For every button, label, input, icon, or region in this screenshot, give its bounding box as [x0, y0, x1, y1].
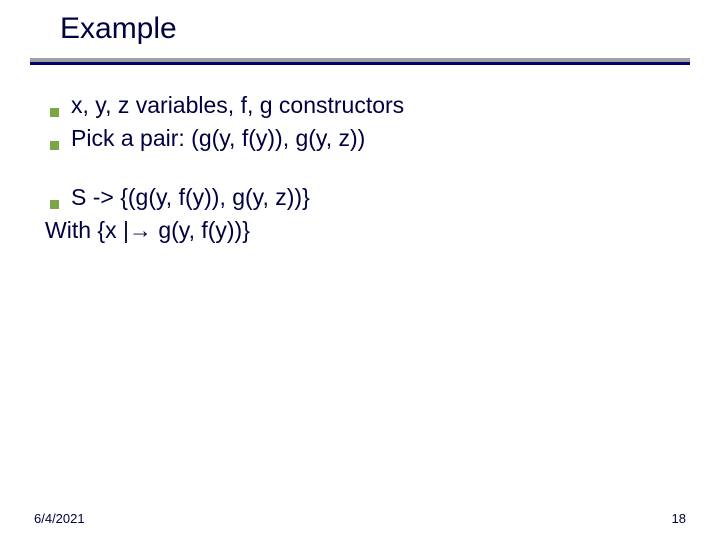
title-bar: Example [30, 10, 690, 65]
bullet-text: x, y, z variables, f, g constructors [71, 90, 404, 121]
footer: 6/4/2021 18 [34, 511, 686, 526]
bullet-icon [50, 141, 59, 150]
bullet-text: S -> {(g(y, f(y)), g(y, z))} [71, 182, 310, 213]
footer-page-number: 18 [672, 511, 686, 526]
bullet-text: Pick a pair: (g(y, f(y)), g(y, z)) [71, 123, 365, 154]
title-underline [30, 62, 690, 65]
plain-line: With {x |→ g(y, f(y))} [45, 215, 680, 246]
bullet-row: x, y, z variables, f, g constructors [45, 90, 680, 121]
bullet-icon [50, 200, 59, 209]
bullet-row: Pick a pair: (g(y, f(y)), g(y, z)) [45, 123, 680, 154]
slide-title: Example [30, 10, 690, 46]
bullet-icon [50, 108, 59, 117]
bullet-row: S -> {(g(y, f(y)), g(y, z))} [45, 182, 680, 213]
plain-text: With {x |→ g(y, f(y))} [45, 215, 250, 246]
footer-date: 6/4/2021 [34, 511, 85, 526]
slide-body: x, y, z variables, f, g constructors Pic… [45, 90, 680, 248]
